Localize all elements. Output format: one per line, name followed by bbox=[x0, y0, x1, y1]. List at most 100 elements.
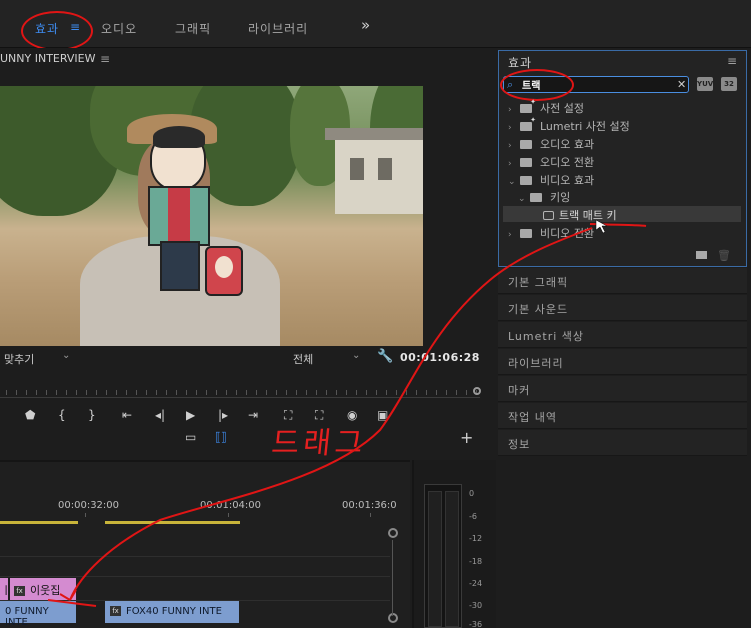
program-sequence-title[interactable]: UNNY INTERVIEW bbox=[0, 52, 96, 65]
tree-item-video-transitions[interactable]: › 비디오 전환 bbox=[508, 225, 594, 241]
tree-item-track-matte-key[interactable]: 트랙 매트 키 bbox=[543, 207, 617, 223]
mark-out-icon[interactable]: } bbox=[88, 408, 96, 422]
program-video-frame[interactable] bbox=[0, 86, 423, 346]
chevron-down-icon[interactable]: ⌄ bbox=[352, 350, 360, 361]
clip-v1-fox40[interactable]: fx FOX40 FUNNY INTE bbox=[105, 601, 239, 623]
clear-search-icon[interactable]: ✕ bbox=[677, 78, 686, 91]
play-icon[interactable]: ▶ bbox=[186, 408, 195, 422]
panel-info[interactable]: 정보 bbox=[498, 430, 747, 456]
effects-panel-menu-icon[interactable]: ≡ bbox=[727, 54, 737, 68]
ruler-tick bbox=[176, 390, 177, 395]
program-time-ruler[interactable] bbox=[0, 378, 480, 398]
ruler-tick bbox=[136, 390, 137, 395]
32bit-filter-button[interactable]: 32 bbox=[721, 77, 737, 91]
fx-badge-icon: fx bbox=[110, 606, 121, 616]
step-back-icon[interactable]: ◂| bbox=[155, 408, 165, 422]
timeline-scroll-knob-top[interactable] bbox=[388, 528, 398, 538]
timeline-vertical-scrollbar[interactable] bbox=[392, 540, 393, 616]
panel-markers[interactable]: 마커 bbox=[498, 376, 747, 402]
step-forward-icon[interactable]: |▸ bbox=[218, 408, 228, 422]
panel-libraries[interactable]: 라이브러리 bbox=[498, 349, 747, 375]
folder-icon bbox=[520, 140, 532, 149]
ruler-tick bbox=[106, 390, 107, 395]
ruler-tick bbox=[286, 390, 287, 395]
workspace-tab-graphics[interactable]: 그래픽 bbox=[175, 20, 211, 37]
vr-video-icon[interactable]: ⟦⟧ bbox=[215, 430, 227, 444]
ruler-tick bbox=[256, 390, 257, 395]
ruler-tick bbox=[126, 390, 127, 395]
safe-margins-icon[interactable]: ▭ bbox=[185, 430, 196, 444]
add-marker-icon[interactable]: ⬟ bbox=[25, 408, 35, 422]
workspace-overflow-icon[interactable]: » bbox=[361, 16, 371, 34]
yuv-filter-button[interactable]: YUV bbox=[697, 77, 713, 91]
work-area-bar[interactable] bbox=[0, 521, 78, 524]
wrench-icon[interactable]: 🔧 bbox=[377, 349, 393, 364]
comparison-view-icon[interactable]: ▣ bbox=[377, 408, 388, 422]
ruler-tick bbox=[396, 390, 397, 395]
folder-icon bbox=[520, 176, 532, 185]
ruler-tick bbox=[156, 390, 157, 395]
tree-item-presets[interactable]: ›사전 설정 bbox=[508, 98, 584, 116]
fit-zoom-select[interactable]: 맞추기 bbox=[4, 351, 34, 367]
ruler-tick bbox=[26, 390, 27, 395]
tree-item-audio-transitions[interactable]: › 오디오 전환 bbox=[508, 154, 594, 170]
meter-label: 0 bbox=[469, 489, 475, 498]
program-timecode[interactable]: 00:01:06:28 bbox=[400, 351, 480, 364]
work-area-bar[interactable] bbox=[105, 521, 240, 524]
preset-folder-icon bbox=[520, 98, 536, 113]
ruler-tick bbox=[366, 390, 367, 395]
playback-resolution-select[interactable]: 전체 bbox=[293, 351, 313, 367]
panel-essential-graphics[interactable]: 기본 그래픽 bbox=[498, 268, 747, 294]
ruler-tick bbox=[86, 390, 87, 395]
ruler-tick bbox=[386, 390, 387, 395]
ruler-tick bbox=[246, 390, 247, 395]
ruler-tick bbox=[456, 390, 457, 395]
button-editor-plus-icon[interactable]: + bbox=[460, 428, 473, 447]
tree-item-video-effects[interactable]: ⌄ 비디오 효과 bbox=[508, 172, 594, 188]
ruler-tick bbox=[336, 390, 337, 395]
ruler-tick bbox=[316, 390, 317, 395]
clip-label: FOX40 FUNNY INTE bbox=[126, 606, 222, 617]
ruler-tick bbox=[446, 390, 447, 395]
ruler-tick bbox=[166, 390, 167, 395]
trash-icon[interactable]: 🗑 bbox=[717, 249, 731, 262]
workspace-bar: 효과 ≡ 오디오 그래픽 라이브러리 » bbox=[0, 0, 751, 48]
mark-in-icon[interactable]: { bbox=[58, 408, 66, 422]
program-menu-icon[interactable]: ≡ bbox=[100, 52, 110, 66]
meter-label: -36 bbox=[469, 620, 483, 628]
tree-item-lumetri-presets[interactable]: ›Lumetri 사전 설정 bbox=[508, 116, 630, 134]
tree-item-track-matte-key-highlight[interactable] bbox=[503, 206, 741, 222]
clip-v2-neighbor[interactable]: fx 이웃집 bbox=[10, 578, 76, 600]
go-to-out-icon[interactable]: ⇥ bbox=[248, 408, 258, 422]
ruler-tick bbox=[436, 390, 437, 395]
chevron-down-icon[interactable]: ⌄ bbox=[62, 350, 70, 361]
clip-label: 이웃집 bbox=[30, 584, 61, 597]
ruler-tick bbox=[296, 390, 297, 395]
ruler-tick bbox=[216, 390, 217, 395]
ruler-tick bbox=[116, 390, 117, 395]
meter-label: -12 bbox=[469, 534, 483, 543]
ruler-tick bbox=[66, 390, 67, 395]
ruler-tick bbox=[16, 390, 17, 395]
panel-history[interactable]: 작업 내역 bbox=[498, 403, 747, 429]
workspace-tab-libraries[interactable]: 라이브러리 bbox=[248, 20, 308, 37]
timeline-scroll-knob-bottom[interactable] bbox=[388, 613, 398, 623]
tree-item-audio-effects[interactable]: › 오디오 효과 bbox=[508, 136, 594, 152]
new-folder-icon[interactable] bbox=[696, 251, 707, 259]
ruler-tick bbox=[46, 390, 47, 395]
go-to-in-icon[interactable]: ⇤ bbox=[122, 408, 132, 422]
timeline-timecode: 00:00:32:00 bbox=[58, 500, 120, 511]
ruler-tick bbox=[236, 390, 237, 395]
clip-v1-left[interactable]: 0 FUNNY INTE bbox=[0, 601, 76, 628]
clip-v2-left[interactable]: ㅣ bbox=[0, 578, 11, 600]
panel-lumetri-color[interactable]: Lumetri 색상 bbox=[498, 322, 747, 348]
playhead-end-handle[interactable] bbox=[473, 387, 481, 395]
meter-label: -30 bbox=[469, 601, 483, 610]
panel-essential-sound[interactable]: 기본 사운드 bbox=[498, 295, 747, 321]
tree-item-keying[interactable]: ⌄ 키잉 bbox=[518, 189, 570, 205]
ruler-tick bbox=[426, 390, 427, 395]
ruler-tick bbox=[266, 390, 267, 395]
effect-item-icon bbox=[543, 211, 554, 220]
ruler-tick bbox=[416, 390, 417, 395]
workspace-tab-audio[interactable]: 오디오 bbox=[101, 20, 137, 37]
